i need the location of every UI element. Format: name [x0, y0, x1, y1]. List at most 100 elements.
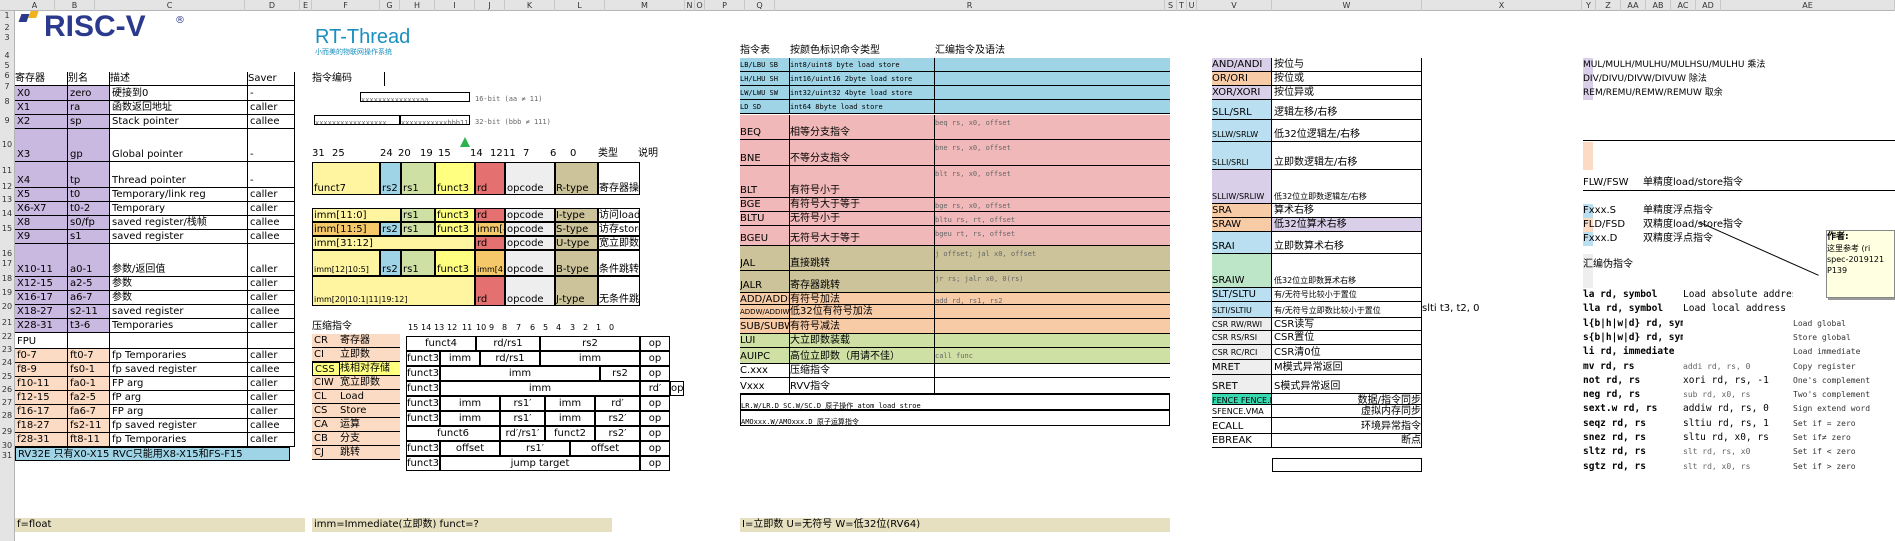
instr-name-10[interactable]: JAL [740, 246, 790, 271]
comp-row-5-4[interactable]: rs2′ [595, 411, 640, 426]
comp-row-2-2[interactable]: rs2 [600, 366, 640, 381]
slti-example[interactable]: slti t3, t2, 0 [1422, 302, 1532, 316]
column-header-G[interactable]: G [380, 0, 400, 11]
format-S-type-field-2[interactable]: rs1 [401, 222, 435, 236]
comp-row-7-0[interactable]: funct3 [406, 441, 440, 456]
comp-bit-14[interactable]: 1 [596, 322, 608, 334]
register-cell-14-3[interactable] [248, 333, 295, 349]
row-header-10[interactable]: 10 [0, 140, 14, 149]
row-header-12[interactable]: 12 [0, 182, 14, 191]
register-cell-7-2[interactable]: saved register/栈帧 [110, 216, 248, 230]
instr-desc-7[interactable]: 有符号大于等于 [790, 198, 935, 212]
enc32b[interactable]: xxxxxxxxxxxbbb11 [400, 115, 470, 125]
logic-name-17[interactable]: SRET [1212, 375, 1272, 394]
comp-row-0-2[interactable]: rs2 [540, 336, 640, 351]
register-cell-5-0[interactable]: X5 [15, 188, 68, 202]
register-cell-0-3[interactable]: - [248, 86, 295, 101]
instr-atomic-20[interactable]: AMOxxx.W/AMOxxx.D 原子运算指令 [740, 410, 1170, 426]
register-cell-19-2[interactable]: FP arg [110, 405, 248, 419]
column-header-Z[interactable]: Z [1596, 0, 1621, 11]
register-cell-3-1[interactable]: gp [68, 129, 110, 162]
comp-row-0-1[interactable]: rd/rs1 [476, 336, 540, 351]
register-cell-8-3[interactable]: callee [248, 230, 295, 244]
pseudo-note-5[interactable]: Copy register [1793, 360, 1893, 374]
bit-header-13[interactable]: 说明 [638, 147, 668, 161]
register-cell-11-2[interactable]: 参数 [110, 291, 248, 305]
comp-row-3-0[interactable]: funct3 [406, 381, 440, 396]
format-desc-2[interactable]: 访存store [598, 222, 640, 236]
register-cell-14-1[interactable] [68, 333, 110, 349]
row-header-5[interactable]: 5 [0, 61, 14, 70]
register-cell-17-1[interactable]: fa0-1 [68, 377, 110, 391]
comp-row-1-0[interactable]: funct3 [406, 351, 440, 366]
register-cell-16-2[interactable]: fp saved register [110, 363, 248, 377]
instr-syntax-10[interactable]: j offset; jal x0, offset [935, 246, 1170, 271]
row-header-14[interactable]: 14 [0, 209, 14, 218]
instr-note[interactable]: I=立即数 U=无符号 W=低32位(RV64) [740, 518, 1170, 532]
comp-row-4-2[interactable]: rs1′ [500, 396, 545, 411]
instr-name-2[interactable]: LW/LWU SW [740, 86, 790, 100]
register-cell-4-1[interactable]: tp [68, 162, 110, 188]
column-header-R[interactable]: R [775, 0, 1165, 11]
compressed-desc-1[interactable]: 立即数 [340, 348, 400, 362]
column-header-C[interactable]: C [95, 0, 245, 11]
instr-desc-18[interactable]: RVV指令 [790, 378, 935, 394]
register-cell-3-2[interactable]: Global pointer [110, 129, 248, 162]
comp-row-4-0[interactable]: funct3 [406, 396, 440, 411]
instr-syntax-14[interactable] [935, 319, 1170, 334]
comp-row-8-0[interactable]: funct3 [406, 456, 440, 471]
logic-desc-19[interactable]: 虚拟内存同步 [1272, 405, 1422, 418]
row-header-4[interactable]: 4 [0, 51, 14, 60]
logic-desc-5[interactable]: 立即数逻辑左/右移 [1272, 142, 1422, 170]
instr-desc-14[interactable]: 有符号减法 [790, 319, 935, 334]
rv32e-note[interactable]: RV32E 只有X0-X15 RVC只能用X8-X15和FS-F15 [15, 447, 290, 461]
encoding-title[interactable]: 指令编码 [312, 72, 392, 86]
pseudo-note-9[interactable]: Set if = zero [1793, 417, 1893, 431]
logic-name-6[interactable]: SLLIW/SRLIW [1212, 170, 1272, 204]
compressed-fmt-0[interactable]: CR [312, 334, 340, 348]
logic-desc-16[interactable]: M模式异常返回 [1272, 360, 1422, 375]
register-cell-10-2[interactable]: 参数 [110, 277, 248, 291]
instr-name-11[interactable]: JALR [740, 271, 790, 293]
format-desc-0[interactable]: 寄存器操作 [598, 162, 640, 195]
comp-row-0-3[interactable]: op [640, 336, 670, 351]
comp-bit-5[interactable]: 10 [476, 322, 488, 334]
pseudo-expand-10[interactable]: sltu rd, x0, rs [1683, 431, 1793, 445]
bit-header-5[interactable]: 15 [438, 147, 468, 161]
comp-row-8-1[interactable]: jump target [440, 456, 640, 471]
register-cell-5-3[interactable]: caller [248, 188, 295, 202]
register-cell-5-2[interactable]: Temporary/link reg [110, 188, 248, 202]
comp-bit-7[interactable]: 8 [502, 322, 514, 334]
column-header-X[interactable]: X [1422, 0, 1582, 11]
column-header-U[interactable]: U [1187, 0, 1197, 11]
instr-syntax-13[interactable] [935, 305, 1170, 319]
row-header-24[interactable]: 24 [0, 358, 14, 367]
row-header-1[interactable]: 1 [0, 11, 14, 20]
instr-desc-10[interactable]: 直接跳转 [790, 246, 935, 271]
row-header-11[interactable]: 11 [0, 166, 14, 175]
pseudo-syntax-2[interactable]: l{b|h|w|d} rd, symbol [1583, 317, 1683, 331]
pseudo-syntax-7[interactable]: neg rd, rs [1583, 388, 1683, 402]
column-header-B[interactable]: B [55, 0, 95, 11]
register-cell-15-2[interactable]: fp Temporaries [110, 349, 248, 363]
instr-desc-13[interactable]: 低32位有符号加法 [790, 305, 935, 319]
logic-desc-2[interactable]: 按位异或 [1272, 86, 1422, 100]
comp-row-5-0[interactable]: funct3 [406, 411, 440, 426]
register-cell-21-0[interactable]: f28-31 [15, 433, 68, 447]
format-J-type-field-0[interactable]: imm[20|10:1|11|19:12] [312, 276, 475, 306]
rtthread-slogan[interactable]: 小而美的物联网操作系统 [315, 47, 455, 57]
instr-header-2[interactable]: 汇编指令及语法 [935, 44, 1055, 58]
comp-row-3-2[interactable]: rd′ [640, 381, 670, 396]
compressed-fmt-5[interactable]: CS [312, 404, 340, 418]
column-header-M[interactable]: M [605, 0, 685, 11]
logic-desc-8[interactable]: 低32位算术右移 [1272, 218, 1422, 232]
row-header-2[interactable]: 2 [0, 23, 14, 32]
register-cell-1-2[interactable]: 函数返回地址 [110, 101, 248, 115]
instr-name-9[interactable]: BGEU [740, 226, 790, 246]
register-cell-0-1[interactable]: zero [68, 86, 110, 101]
register-cell-7-3[interactable]: callee [248, 216, 295, 230]
comp-row-5-1[interactable]: imm [440, 411, 500, 426]
pseudo-note-4[interactable]: Load immediate [1793, 345, 1893, 359]
right-divider-2[interactable] [1583, 190, 1895, 191]
comp-row-2-1[interactable]: imm [440, 366, 600, 381]
